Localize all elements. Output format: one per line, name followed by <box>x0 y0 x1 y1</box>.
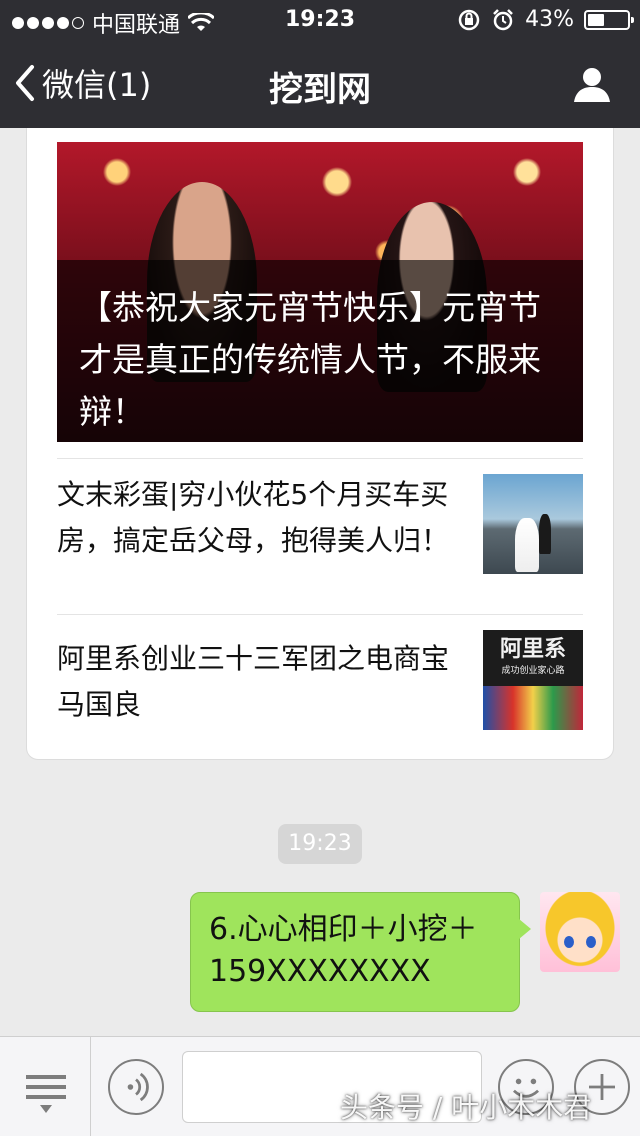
article-title: 阿里系创业三十三军团之电商宝马国良 <box>57 642 450 721</box>
cover-title: 【恭祝大家元宵节快乐】元宵节才是真正的传统情人节，不服来辩！ <box>57 260 583 442</box>
avatar[interactable] <box>540 892 620 972</box>
cover-article[interactable]: 【恭祝大家元宵节快乐】元宵节才是真正的传统情人节，不服来辩！ <box>57 142 583 442</box>
article-thumbnail: 阿里系 成功创业家心路 <box>483 630 583 730</box>
page-title: 挖到网 <box>269 70 371 110</box>
article-list-item[interactable]: 文末彩蛋|穷小伙花5个月买车买房，搞定岳父母，抱得美人归！ <box>57 458 583 614</box>
message-text: 6.心心相印＋小挖＋159XXXXXXXX <box>209 912 478 989</box>
article-card: 【恭祝大家元宵节快乐】元宵节才是真正的传统情人节，不服来辩！ 文末彩蛋|穷小伙花… <box>26 128 614 760</box>
article-thumbnail <box>483 474 583 574</box>
thumbnail-subtext: 成功创业家心路 <box>501 666 565 676</box>
chat-timestamp: 19:23 <box>278 824 362 864</box>
alarm-icon <box>493 8 513 30</box>
status-bar: 中国联通 19:23 43% <box>0 0 640 40</box>
article-title: 文末彩蛋|穷小伙花5个月买车买房，搞定岳父母，抱得美人归！ <box>57 478 450 557</box>
menu-icon[interactable] <box>20 1067 72 1117</box>
battery-icon <box>584 9 634 30</box>
profile-icon[interactable] <box>572 64 612 104</box>
voice-icon[interactable] <box>108 1059 164 1115</box>
navigation-bar: 微信(1) 挖到网 <box>0 40 640 128</box>
message-bubble[interactable]: 6.心心相印＋小挖＋159XXXXXXXX <box>190 892 531 1012</box>
rotation-lock-icon <box>458 9 480 30</box>
toolbar-divider <box>90 1037 91 1136</box>
battery-percent: 43% <box>525 7 574 32</box>
watermark-text: 头条号 / 叶小木木君 <box>340 1091 592 1124</box>
article-list-item[interactable]: 阿里系创业三十三军团之电商宝马国良 阿里系 成功创业家心路 <box>57 614 583 760</box>
thumbnail-text: 阿里系 <box>499 636 566 662</box>
